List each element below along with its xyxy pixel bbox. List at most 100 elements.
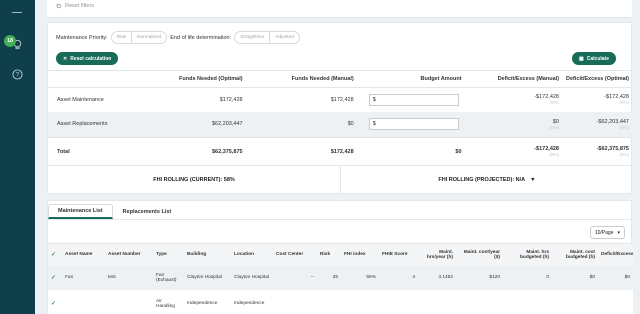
option-straightline[interactable]: Straightline	[235, 32, 269, 43]
header-maint-cost-year[interactable]: Maint. cost/year ($)	[456, 243, 503, 266]
deficit-manual-pct: (0%)	[549, 152, 559, 158]
asset-location: Clayton Hospital	[231, 265, 273, 290]
row-label: Asset Replacements	[48, 111, 141, 138]
fhi-index: 56%	[341, 265, 379, 290]
maint-cost-year	[456, 289, 503, 314]
cost-center	[273, 289, 317, 314]
asset-number: test	[105, 265, 153, 290]
header-building[interactable]: Building	[184, 243, 231, 266]
deficit-optimal-pct: (0%)	[619, 152, 629, 158]
row-label: Asset Maintenance	[57, 96, 104, 103]
deficit-optimal-pct: (0%)	[619, 100, 629, 106]
help-icon[interactable]: ?	[11, 68, 24, 81]
funding-row-replacements: Asset Replacements $62,203,447 $0 $ $0 (0…	[48, 111, 633, 138]
deficit-manual-cell: -$172,428 (0%)	[469, 88, 566, 112]
reset-filters-link[interactable]: Reset filters	[56, 3, 94, 9]
table-row[interactable]: ✓ Fan test Fan (Exhaust) Clayton Hospita…	[48, 265, 633, 290]
header-funds-manual: Funds Needed (Manual)	[249, 70, 361, 88]
deficit-optimal-cell: -$62,375,875 (0%)	[566, 137, 633, 166]
header-risk[interactable]: Risk	[317, 243, 341, 266]
tab-maintenance-list[interactable]: Maintenance List	[48, 204, 113, 219]
reset-filters-label: Reset filters	[65, 3, 95, 9]
maint-hrs-year	[418, 289, 456, 314]
maint-cost-budgeted	[552, 289, 598, 314]
header-type[interactable]: Type	[153, 243, 184, 266]
header-deficit-excess[interactable]: Deficit/Excess ($	[598, 243, 633, 266]
option-adjusted[interactable]: Adjusted	[269, 32, 299, 43]
reset-calculation-label: Reset calculation	[70, 55, 112, 62]
asset-name-link[interactable]: Fan	[62, 265, 105, 290]
header-fhie-score[interactable]: FHIE Score	[379, 243, 418, 266]
svg-text:?: ?	[16, 72, 20, 79]
caret-down-icon: ▾	[617, 229, 620, 236]
deficit-optimal-cell: -$62,203,447 (0%)	[566, 111, 633, 138]
menu-icon[interactable]	[12, 12, 22, 13]
header-location[interactable]: Location	[231, 243, 273, 266]
budget-replacements-input[interactable]: $	[368, 118, 459, 131]
fhi-current: FHI ROLLING (CURRENT): 58%	[48, 166, 340, 194]
list-panel: Maintenance List Replacements List 10/Pa…	[47, 200, 633, 314]
cost-center: --	[273, 265, 317, 290]
row-label: Total	[48, 137, 141, 166]
asset-name-link[interactable]	[62, 289, 105, 314]
option-risk[interactable]: Risk	[112, 32, 131, 43]
reset-calculation-button[interactable]: ✕ Reset calculation	[56, 52, 119, 65]
calculate-label: Calculate	[586, 55, 609, 62]
table-row[interactable]: ✓ Air Handling Independence Independence	[48, 289, 633, 314]
header-budget-amount: Budget Amount	[360, 70, 469, 88]
eol-toggle: Straightline Adjusted	[234, 31, 300, 44]
list-tabs: Maintenance List Replacements List	[48, 204, 181, 219]
asset-location: Independence	[231, 289, 273, 314]
header-cost-center[interactable]: Cost Center	[273, 243, 317, 266]
per-page-value: 10/Page	[594, 229, 614, 236]
funding-header-row: Funds Needed (Optimal) Funds Needed (Man…	[48, 70, 633, 88]
currency-prefix: $	[372, 121, 376, 128]
deficit-excess	[598, 289, 633, 314]
funds-optimal-value: $172,428	[219, 96, 243, 103]
fhi-summary: FHI ROLLING (CURRENT): 58% FHI ROLLING (…	[48, 165, 633, 194]
maintenance-priority-toggle: Risk Normalized	[110, 31, 168, 44]
deficit-excess: $0	[598, 265, 633, 290]
reset-icon	[56, 3, 62, 9]
check-icon: ✓	[51, 275, 57, 281]
header-select-all[interactable]: ✓	[48, 243, 62, 266]
maint-hrs-year: 3.1452	[418, 265, 456, 290]
header-blank	[48, 70, 141, 88]
funds-optimal-value: $62,375,875	[140, 137, 250, 166]
row-checkbox[interactable]: ✓	[48, 265, 62, 290]
budget-cell: $	[360, 111, 469, 138]
asset-building: Clayton Hospital	[184, 265, 231, 290]
asset-number	[105, 289, 153, 314]
risk	[317, 289, 341, 314]
calculate-button[interactable]: ▦ Calculate	[572, 52, 616, 65]
funding-table: Funds Needed (Optimal) Funds Needed (Man…	[48, 70, 633, 166]
fhie-score: 4	[379, 265, 418, 290]
header-deficit-manual: Deficit/Excess (Manual)	[468, 70, 566, 88]
row-checkbox[interactable]: ✓	[48, 289, 62, 314]
budget-cell: $	[361, 88, 469, 112]
header-maint-cost-budgeted[interactable]: Maint. cost budgeted (h)	[552, 243, 598, 266]
header-maint-hrs-year[interactable]: Maint. hrs/year (h)	[418, 243, 456, 266]
deficit-optimal-cell: -$172,428 (0%)	[566, 88, 633, 112]
header-asset-name[interactable]: Asset Name	[62, 243, 105, 266]
notification-badge: 18	[4, 35, 16, 47]
asset-type: Air Handling	[153, 289, 184, 314]
budget-maintenance-input[interactable]: $	[368, 93, 459, 106]
filter-bar: Reset filters	[47, 0, 632, 18]
header-fhi-index[interactable]: FHI index	[341, 243, 379, 266]
asset-type: Fan (Exhaust)	[153, 265, 184, 290]
deficit-manual-pct: (0%)	[549, 124, 559, 130]
per-page-select[interactable]: 10/Page ▾	[589, 226, 625, 239]
header-asset-number[interactable]: Asset Number	[105, 243, 153, 266]
tab-divider	[48, 219, 633, 220]
fhi-projected[interactable]: FHI ROLLING (PROJECTED): N/A ▼	[340, 166, 633, 194]
deficit-manual-pct: (0%)	[549, 100, 559, 106]
tab-replacements-list[interactable]: Replacements List	[113, 204, 182, 219]
deficit-optimal-pct: (0%)	[619, 124, 629, 130]
fhi-projected-label: FHI ROLLING (PROJECTED): N/A	[438, 177, 526, 183]
header-maint-hrs-budgeted[interactable]: Maint. hrs budgeted (h)	[503, 243, 552, 266]
header-funds-optimal: Funds Needed (Optimal)	[140, 70, 250, 88]
option-normalized[interactable]: Normalized	[131, 32, 166, 43]
asset-building: Independence	[184, 289, 231, 314]
deficit-manual-cell: $0 (0%)	[468, 111, 566, 138]
